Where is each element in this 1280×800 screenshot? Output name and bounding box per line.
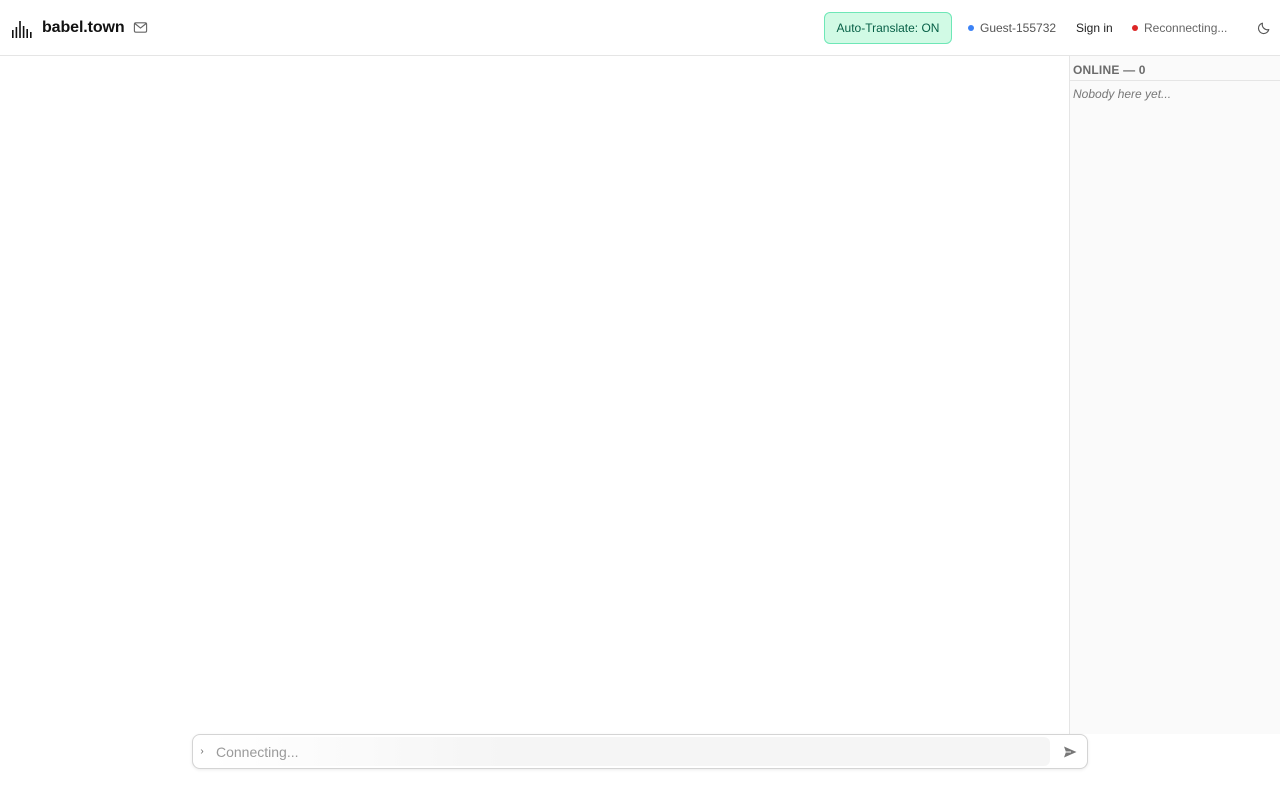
moon-icon[interactable] [1257,21,1271,35]
brand-name: babel.town [42,18,125,36]
guest-name: Guest-155732 [980,21,1057,35]
connection-status-text: Reconnecting... [1144,21,1228,35]
online-count-heading: ONLINE — 0 [1070,56,1280,81]
online-users-panel: ONLINE — 0 Nobody here yet... [1069,56,1280,734]
mail-icon[interactable] [133,20,148,35]
guest-status-dot [968,25,974,31]
message-composer: › [192,734,1088,769]
guest-user: Guest-155732 [968,0,1056,56]
status-dot [1132,25,1138,31]
chat-messages-area [0,56,1069,734]
send-icon[interactable] [1062,744,1078,760]
prompt-chevron-icon: › [200,746,204,757]
auto-translate-label: Auto-Translate: ON [836,21,940,35]
sign-in-link[interactable]: Sign in [1076,0,1113,56]
brand[interactable]: babel.town [12,18,125,38]
empty-users-text: Nobody here yet... [1073,87,1172,101]
top-bar: babel.town Auto-Translate: ON Guest-1557… [0,0,1280,56]
auto-translate-toggle[interactable]: Auto-Translate: ON [824,12,952,44]
waveform-logo-icon [12,20,32,38]
connection-status: Reconnecting... [1132,0,1227,56]
message-input[interactable] [210,737,1050,766]
